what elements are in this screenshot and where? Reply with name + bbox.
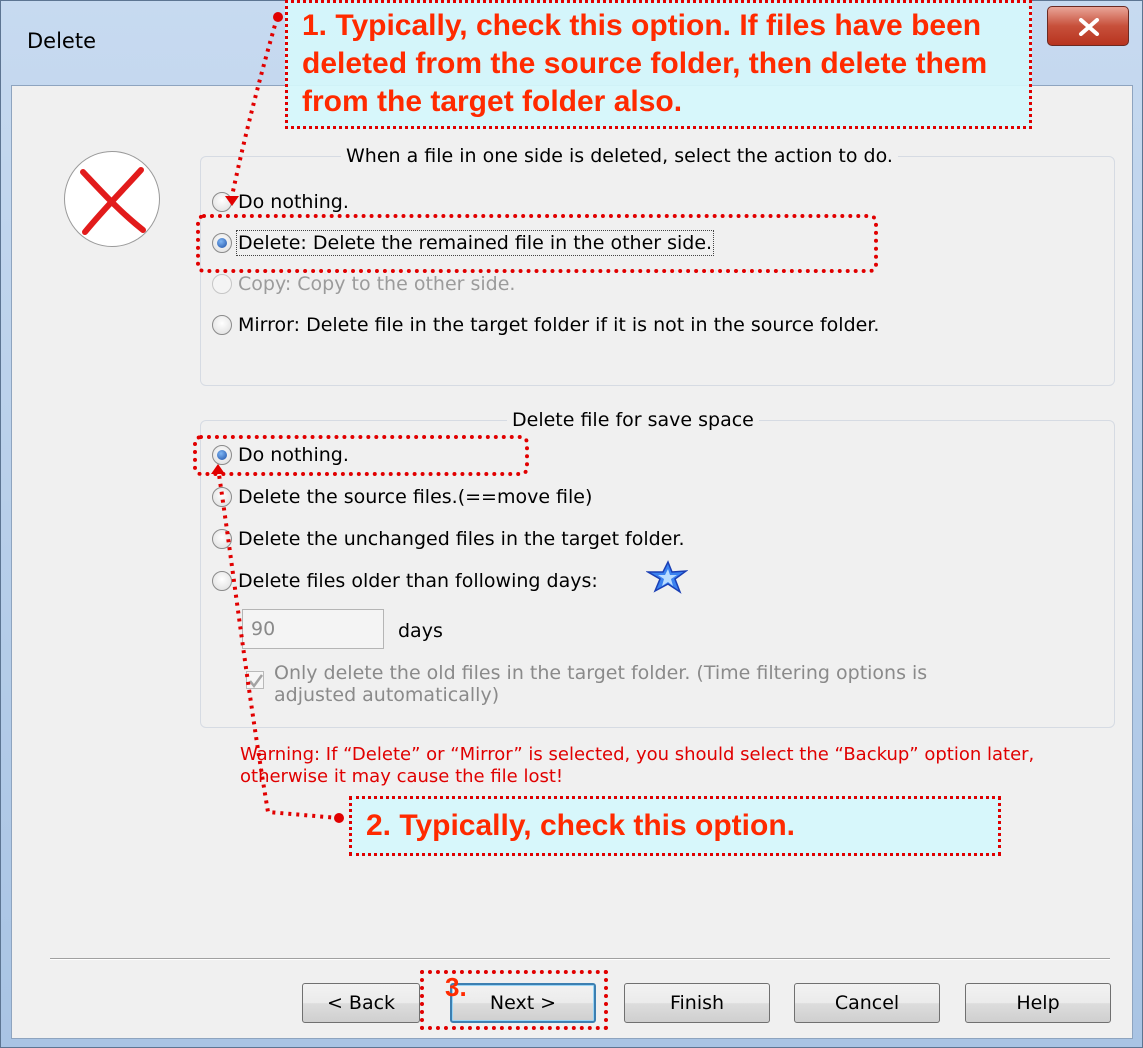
old-files-checkbox[interactable] [246, 671, 264, 689]
radio-delete-unchanged[interactable] [212, 529, 232, 549]
radio-delete-older[interactable] [212, 571, 232, 591]
save-option-delete-older[interactable]: Delete files older than following days: [212, 567, 598, 595]
highlight-delete-option [196, 214, 878, 273]
delete-action-legend: When a file in one side is deleted, sele… [341, 145, 898, 167]
checkmark-icon [249, 674, 264, 689]
old-files-label: Only delete the old files in the target … [274, 662, 928, 706]
red-x-icon [64, 151, 160, 247]
save-space-legend: Delete file for save space [507, 409, 759, 431]
option-label: Mirror: Delete file in the target folder… [238, 314, 880, 336]
close-button[interactable] [1047, 6, 1129, 46]
help-button[interactable]: Help [965, 983, 1111, 1023]
radio-mirror[interactable] [212, 315, 232, 335]
save-option-delete-unchanged[interactable]: Delete the unchanged files in the target… [212, 525, 685, 553]
option-label: Do nothing. [238, 191, 349, 213]
window-title: Delete [27, 29, 96, 53]
option-label: Delete the unchanged files in the target… [238, 528, 685, 550]
save-option-delete-source[interactable]: Delete the source files.(==move file) [212, 483, 592, 511]
close-icon [1079, 18, 1099, 36]
highlight-do-nothing-option [193, 435, 529, 476]
finish-button[interactable]: Finish [624, 983, 770, 1023]
callout-3-text: 3. [445, 972, 467, 1002]
callout-1-text: 1. Typically, check this option. If file… [302, 9, 988, 118]
days-unit-label: days [398, 620, 443, 642]
dialog-window: Delete When a file in one side is delete… [0, 0, 1143, 1048]
callout-1: 1. Typically, check this option. If file… [285, 0, 1032, 129]
blue-star-icon [646, 560, 688, 594]
radio-delete-source[interactable] [212, 487, 232, 507]
delete-option-mirror[interactable]: Mirror: Delete file in the target folder… [212, 311, 879, 339]
option-label: Copy: Copy to the other side. [238, 273, 516, 295]
option-label: Delete the source files.(==move file) [238, 486, 593, 508]
warning-text: Warning: If “Delete” or “Mirror” is sele… [240, 744, 1035, 787]
delete-option-do-nothing[interactable]: Do nothing. [212, 188, 349, 216]
divider [50, 958, 1110, 960]
cancel-button[interactable]: Cancel [794, 983, 940, 1023]
delete-option-copy[interactable]: Copy: Copy to the other side. [212, 270, 515, 298]
callout-2: 2. Typically, check this option. [349, 796, 1001, 856]
radio-copy[interactable] [212, 274, 232, 294]
callout-2-text: 2. Typically, check this option. [366, 809, 795, 842]
radio-do-nothing[interactable] [212, 192, 232, 212]
days-input[interactable] [242, 609, 384, 649]
back-button[interactable]: < Back [302, 983, 420, 1023]
option-label: Delete files older than following days: [238, 570, 598, 592]
